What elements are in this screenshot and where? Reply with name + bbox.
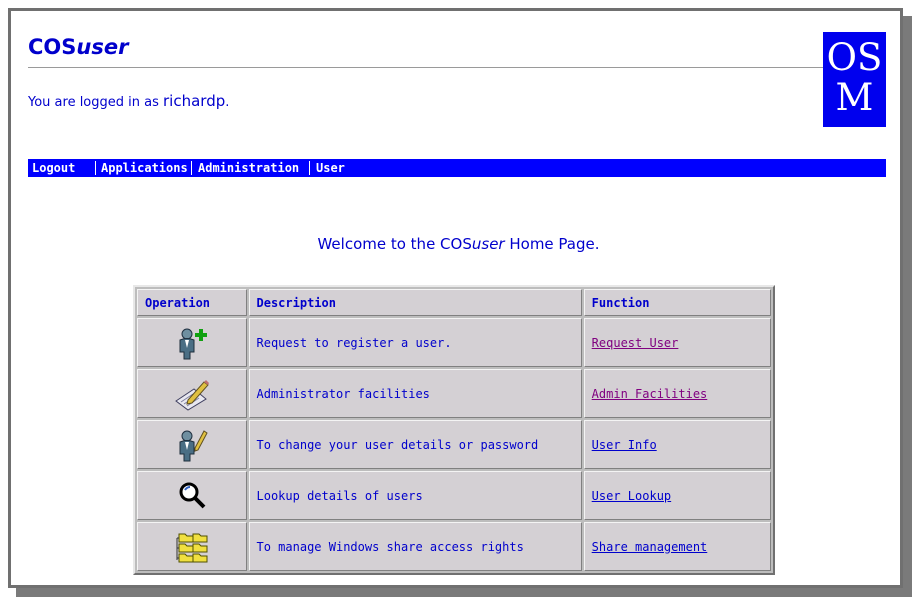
- nav-administration[interactable]: Administration: [198, 159, 299, 177]
- magnifier-icon[interactable]: [137, 471, 247, 520]
- operations-table: Operation Description Function Request t…: [133, 285, 775, 575]
- nav-separator: [191, 161, 192, 175]
- share-management-link[interactable]: Share management: [592, 540, 708, 554]
- row-description: Lookup details of users: [248, 471, 582, 520]
- login-status: You are logged in as richardp.: [28, 92, 230, 110]
- edit-document-pencil-icon[interactable]: [137, 369, 247, 418]
- osm-logo: OS M: [823, 32, 886, 127]
- header-divider: [28, 67, 826, 69]
- row-description: Administrator facilities: [248, 369, 582, 418]
- request-user-link[interactable]: Request User: [592, 336, 679, 350]
- nav-applications[interactable]: Applications: [101, 159, 188, 177]
- nav-bar: Logout Applications Administration User: [28, 159, 886, 177]
- shared-folders-icon[interactable]: [137, 522, 247, 571]
- nav-separator: [309, 161, 310, 175]
- header-operation: Operation: [137, 289, 247, 316]
- nav-separator: [95, 161, 96, 175]
- user-info-link[interactable]: User Info: [592, 438, 657, 452]
- table-row: Lookup details of users User Lookup: [137, 471, 771, 520]
- table-row: To change your user details or password …: [137, 420, 771, 469]
- table-row: Administrator facilities Admin Facilitie…: [137, 369, 771, 418]
- login-status-label: You are logged in as: [28, 95, 164, 110]
- row-function-cell: Admin Facilities: [583, 369, 771, 418]
- logo-line-2: M: [835, 76, 874, 119]
- app-title: COSuser: [28, 35, 129, 59]
- row-description: Request to register a user.: [248, 318, 582, 367]
- header-description: Description: [248, 289, 582, 316]
- nav-logout[interactable]: Logout: [32, 159, 75, 177]
- header-function: Function: [583, 289, 771, 316]
- page-frame: COSuser You are logged in as richardp. O…: [8, 8, 903, 588]
- frame-shadow-right: [903, 16, 912, 596]
- row-description: To change your user details or password: [248, 420, 582, 469]
- frame-shadow-bottom: [16, 588, 912, 597]
- add-user-icon[interactable]: [137, 318, 247, 367]
- row-description: To manage Windows share access rights: [248, 522, 582, 571]
- table-row: Request to register a user. Request User: [137, 318, 771, 367]
- table-header-row: Operation Description Function: [137, 289, 771, 316]
- nav-user[interactable]: User: [316, 159, 345, 177]
- row-function-cell: Request User: [583, 318, 771, 367]
- welcome-heading: Welcome to the COSuser Home Page.: [317, 235, 600, 253]
- row-function-cell: Share management: [583, 522, 771, 571]
- row-function-cell: User Info: [583, 420, 771, 469]
- user-edit-icon[interactable]: [137, 420, 247, 469]
- admin-facilities-link[interactable]: Admin Facilities: [592, 387, 708, 401]
- table-row: To manage Windows share access rights Sh…: [137, 522, 771, 571]
- username: richardp: [163, 92, 226, 110]
- row-function-cell: User Lookup: [583, 471, 771, 520]
- logo-line-1: OS: [826, 36, 883, 79]
- user-lookup-link[interactable]: User Lookup: [592, 489, 671, 503]
